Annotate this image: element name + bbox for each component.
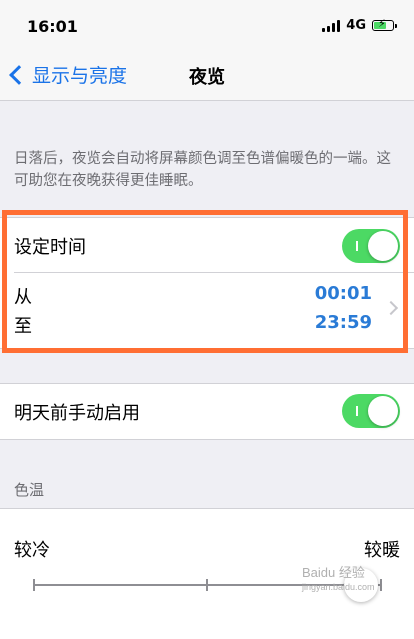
cold-label: 较冷 (14, 540, 50, 561)
status-time: 16:01 (27, 17, 78, 36)
navigation-bar: 显示与亮度 夜览 (0, 52, 414, 101)
signal-icon (322, 19, 341, 32)
network-type: 4G (346, 18, 366, 33)
battery-icon: ⚡ (372, 17, 397, 31)
from-label: 从 (14, 287, 32, 308)
warm-label: 较暖 (364, 540, 400, 561)
to-label: 至 (14, 316, 32, 337)
status-bar: 16:01 4G ⚡ (0, 0, 414, 52)
manual-toggle[interactable] (342, 394, 400, 428)
schedule-label: 设定时间 (14, 237, 86, 258)
color-temp-header: 色温 (14, 481, 45, 499)
manual-label: 明天前手动启用 (14, 403, 140, 424)
slider-tick (380, 579, 382, 591)
toggle-knob (368, 396, 398, 426)
to-time: 23:59 (314, 312, 372, 333)
night-shift-description: 日落后，夜览会自动将屏幕颜色调至色谱偏暖色的一端。这可助您在夜晚获得更佳睡眠。 (14, 151, 391, 189)
page-title: 夜览 (189, 67, 225, 88)
toggle-knob (368, 231, 398, 261)
slider-tick (206, 579, 208, 591)
schedule-toggle[interactable] (342, 229, 400, 263)
schedule-time-row[interactable]: 从 至 00:01 23:59 (0, 272, 414, 346)
slider-tick (33, 579, 35, 591)
watermark-brand: Baidu 经验 (302, 565, 365, 580)
status-indicators: 4G ⚡ (322, 17, 397, 33)
from-time: 00:01 (314, 283, 372, 304)
manual-group: 明天前手动启用 (0, 383, 414, 440)
watermark-url: jingyan.baidu.com (302, 582, 375, 592)
watermark: Baidu 经验 jingyan.baidu.com (302, 566, 375, 594)
